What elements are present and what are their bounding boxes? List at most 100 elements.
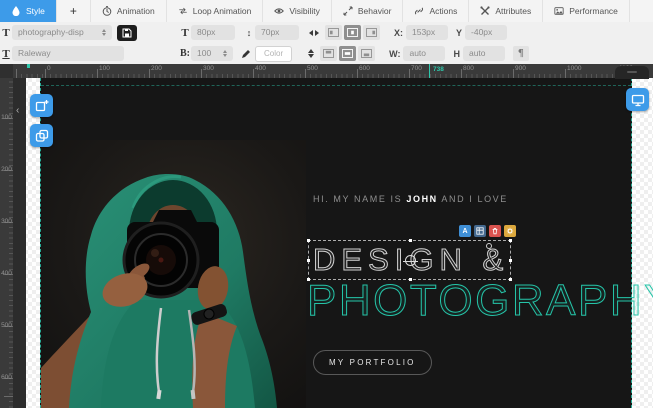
tab-loop-animation[interactable]: Loop Animation [167, 0, 264, 22]
tab-style[interactable]: Style [0, 0, 57, 22]
tab-label: Performance [569, 6, 618, 16]
font-style-select[interactable]: photography-disp [12, 25, 112, 40]
image-icon [554, 6, 564, 16]
transform-anchor-icon[interactable] [405, 255, 416, 266]
tab-behavior[interactable]: Behavior [332, 0, 404, 22]
ruler-label: 900 [515, 65, 526, 72]
loop-icon [178, 6, 188, 16]
delete-button[interactable] [489, 225, 501, 237]
monitor-icon [631, 93, 645, 107]
ruler-label: 400 [255, 65, 266, 72]
selection-handle[interactable] [509, 259, 512, 262]
add-slide-icon [35, 99, 49, 113]
hero-heading[interactable]: HI. MY NAME IS JOHN AND I LOVE [313, 194, 508, 204]
duplicate-slide-button[interactable] [30, 124, 53, 147]
tab-attributes[interactable]: Attributes [469, 0, 543, 22]
ruler-label: 600 [0, 374, 13, 381]
tab-animation[interactable]: Animation [91, 0, 167, 22]
font-family-value: Raleway [18, 46, 51, 61]
stepper-icon[interactable] [102, 29, 106, 36]
tab-label: Loop Animation [193, 6, 252, 16]
drop-icon [11, 6, 21, 16]
height-input[interactable]: auto [463, 46, 505, 61]
add-element-button[interactable] [30, 94, 53, 117]
font-weight-value: 100 [197, 46, 211, 61]
slide-canvas[interactable]: HI. MY NAME IS JOHN AND I LOVE A DESIGN … [40, 78, 632, 408]
ruler-corner [0, 64, 13, 78]
v-arrows-icon[interactable] [308, 49, 314, 58]
selection-handle[interactable] [409, 239, 412, 242]
my-portfolio-button[interactable]: MY PORTFOLIO [313, 350, 432, 375]
width-label: W: [389, 49, 400, 59]
left-panel-strip: ‹ [13, 78, 26, 408]
edit-text-button[interactable]: A [459, 225, 471, 237]
pen-icon[interactable] [241, 49, 251, 59]
font-weight-input[interactable]: 100 [191, 46, 233, 61]
x-position-value: 153px [412, 25, 435, 40]
valign-middle-button[interactable] [339, 46, 356, 61]
floppy-icon [122, 28, 132, 38]
width-input[interactable]: auto [403, 46, 445, 61]
font-family-input[interactable]: Raleway [12, 46, 124, 61]
font-size-label: T [179, 27, 191, 39]
settings-button[interactable] [474, 225, 486, 237]
y-position-input[interactable]: -40px [465, 25, 507, 40]
font-style-value: photography-disp [18, 25, 84, 40]
font-size-value: 80px [197, 25, 215, 40]
save-style-button[interactable] [117, 25, 137, 41]
ruler-label: 700 [411, 65, 422, 72]
font-size-input[interactable]: 80px [191, 25, 235, 40]
tab-visibility[interactable]: Visibility [263, 0, 332, 22]
selection-handle[interactable] [307, 239, 310, 242]
valign-bottom-button[interactable] [358, 46, 375, 61]
tab-performance[interactable]: Performance [543, 0, 630, 22]
cursor-position-marker [429, 64, 430, 78]
tab-label: Actions [429, 6, 457, 16]
rotate-handle-icon[interactable] [486, 243, 492, 249]
ruler-label: 500 [307, 65, 318, 72]
selected-text-element[interactable]: DESIGN & [308, 240, 511, 280]
align-right-button[interactable] [363, 25, 380, 40]
valign-top-button[interactable] [320, 46, 337, 61]
tab-actions[interactable]: Actions [403, 0, 469, 22]
selection-handle[interactable] [509, 239, 512, 242]
collapse-chevron-icon[interactable]: ‹ [16, 106, 19, 116]
align-center-button[interactable] [344, 25, 361, 40]
tools-icon [480, 6, 490, 16]
line-height-value: 70px [261, 25, 279, 40]
element-mini-toolbar: A [459, 225, 516, 237]
color-swatch[interactable]: Color [255, 46, 292, 62]
cursor-position-value: 738 [433, 66, 444, 73]
tab-label: Attributes [495, 6, 531, 16]
expand-arrows-icon [343, 6, 353, 16]
device-preview-button[interactable] [626, 88, 649, 111]
ruler-label: 0 [47, 65, 51, 72]
section-selection-border [41, 85, 631, 86]
ruler-label: 800 [463, 65, 474, 72]
selection-handle[interactable] [307, 259, 310, 262]
panel-toggle-handle[interactable] [615, 66, 649, 79]
line-height-icon: ↕ [243, 28, 255, 38]
photographer-photo[interactable] [41, 140, 306, 408]
h-arrows-icon[interactable] [309, 30, 319, 36]
align-left-button[interactable] [325, 25, 342, 40]
tab-label: + [70, 4, 77, 18]
heading-prefix: HI. MY NAME IS [313, 194, 406, 204]
ruler-origin-marker [27, 64, 30, 68]
paragraph-button[interactable]: ¶ [513, 46, 529, 61]
ruler-label: 300 [203, 65, 214, 72]
stepper-icon[interactable] [223, 50, 227, 57]
height-label: H [453, 49, 460, 59]
clock-icon [102, 6, 112, 16]
tab-label: Visibility [289, 6, 320, 16]
heading-suffix: AND I LOVE [438, 194, 508, 204]
height-value: auto [469, 46, 486, 61]
title-line2[interactable]: PHOTOGRAPHY [307, 276, 653, 326]
ruler-label: 100 [99, 65, 110, 72]
line-height-input[interactable]: 70px [255, 25, 299, 40]
gear-icon [506, 227, 514, 235]
font-style-label: T [0, 27, 12, 39]
add-tab-button[interactable]: + [57, 0, 91, 22]
duplicate-button[interactable] [504, 225, 516, 237]
x-position-input[interactable]: 153px [406, 25, 448, 40]
